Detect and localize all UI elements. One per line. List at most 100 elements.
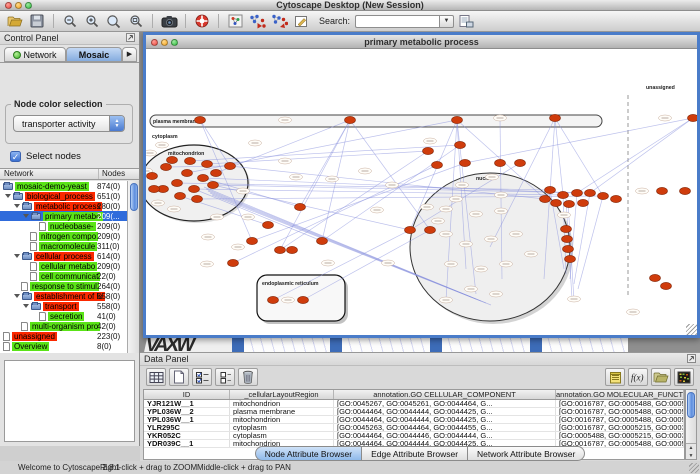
network-node-selected[interactable] <box>287 246 298 253</box>
network-node-selected[interactable] <box>147 172 158 179</box>
network-node-selected[interactable] <box>423 147 434 154</box>
unselect-attributes-button[interactable] <box>215 368 235 386</box>
create-network-view-button[interactable] <box>225 12 245 30</box>
float-panel-icon[interactable] <box>687 354 696 365</box>
tabs-overflow-button[interactable]: ▶ <box>122 47 137 62</box>
help-button[interactable] <box>192 12 212 30</box>
network-node-selected[interactable] <box>550 114 561 121</box>
table-row[interactable]: YPL036W__2plasma membrane[GO:0044464, GO… <box>144 408 684 416</box>
network-node-selected[interactable] <box>345 116 356 123</box>
tree-row-biological-process[interactable]: biological_process651(0) <box>0 191 127 201</box>
network-node-selected[interactable] <box>680 187 691 194</box>
tree-row-cellular-process[interactable]: cellular process614(0) <box>0 251 127 261</box>
network-node-selected[interactable] <box>317 237 328 244</box>
table-row[interactable]: YKR052Ccytoplasm[GO:0044464, GO:0044446,… <box>144 432 684 440</box>
tree-header-nodes[interactable]: Nodes <box>99 169 139 179</box>
network-node-selected[interactable] <box>225 162 236 169</box>
table-row[interactable]: YPL036W__1mitochondrion[GO:0044464, GO:0… <box>144 416 684 424</box>
table-row[interactable]: YLR295Ccytoplasm[GO:0045263, GO:0044464,… <box>144 424 684 432</box>
column-header[interactable]: annotation.GO MOLECULAR_FUNCTION <box>556 390 684 399</box>
network-node-selected[interactable] <box>182 169 193 176</box>
app-resize-grip[interactable] <box>689 463 699 473</box>
network-node-selected[interactable] <box>425 226 436 233</box>
network-node-selected[interactable] <box>657 187 668 194</box>
tree-row-nitrogen-compo[interactable]: nitrogen compo209(0) <box>0 231 127 241</box>
network-node-selected[interactable] <box>688 114 698 121</box>
node-color-dropdown[interactable]: transporter activity ▲▼ <box>13 115 125 132</box>
minimize-view-button[interactable] <box>161 39 168 46</box>
apply-layout-a-button[interactable] <box>247 12 267 30</box>
import-attributes-button[interactable] <box>456 12 476 30</box>
network-node-selected[interactable] <box>175 192 186 199</box>
search-input[interactable] <box>355 15 439 28</box>
network-node-selected[interactable] <box>208 181 219 188</box>
network-edge[interactable] <box>207 151 428 164</box>
network-edge[interactable] <box>578 196 603 289</box>
tree-row-nucleobase-[interactable]: nucleobase-209(0) <box>0 221 127 231</box>
network-node-selected[interactable] <box>195 116 206 123</box>
new-attribute-button[interactable] <box>169 368 189 386</box>
view-resize-grip[interactable] <box>686 324 697 335</box>
network-node-selected[interactable] <box>650 274 661 281</box>
network-node-selected[interactable] <box>540 195 551 202</box>
network-node-selected[interactable] <box>558 191 569 198</box>
network-node-selected[interactable] <box>562 235 573 242</box>
delete-attribute-button[interactable] <box>238 368 258 386</box>
network-node-selected[interactable] <box>460 159 471 166</box>
network-node-selected[interactable] <box>198 174 209 181</box>
network-view-window[interactable]: primary metabolic process plasma membran… <box>143 32 700 338</box>
network-node-selected[interactable] <box>295 203 306 210</box>
network-node-selected[interactable] <box>192 195 203 202</box>
network-node-selected[interactable] <box>432 161 443 168</box>
birds-eye-view[interactable] <box>4 360 135 442</box>
tree-row-multi-organism-pro[interactable]: multi-organism pro42(0) <box>0 321 127 331</box>
network-view-titlebar[interactable]: primary metabolic process <box>146 35 697 49</box>
network-node-selected[interactable] <box>563 245 574 252</box>
column-header[interactable]: _cellularLayoutRegion <box>230 390 334 399</box>
network-edge[interactable] <box>280 151 428 250</box>
float-panel-icon[interactable] <box>126 33 135 44</box>
zoom-window-button[interactable] <box>25 2 32 9</box>
save-session-button[interactable] <box>27 12 47 30</box>
tree-scrollbar-thumb[interactable] <box>130 183 138 211</box>
tree-row-establishment-of-lo[interactable]: establishment of lo558(0) <box>0 291 127 301</box>
plasma-membrane-compartment[interactable] <box>150 115 602 127</box>
network-node-selected[interactable] <box>263 221 274 228</box>
column-header[interactable]: ID <box>144 390 230 399</box>
zoom-in-button[interactable] <box>82 12 102 30</box>
tab-mosaic[interactable]: Mosaic <box>66 47 122 62</box>
minimize-window-button[interactable] <box>15 2 22 9</box>
tree-row-macromolecule[interactable]: macromolecule311(0) <box>0 241 127 251</box>
zoom-fit-button[interactable] <box>104 12 124 30</box>
network-edge[interactable] <box>190 145 460 161</box>
expand-triangle-icon[interactable] <box>23 304 29 308</box>
network-node-selected[interactable] <box>572 189 583 196</box>
tree-row-response-to-stimul[interactable]: response to stimul264(0) <box>0 281 127 291</box>
expand-triangle-icon[interactable] <box>23 214 29 218</box>
network-node-selected[interactable] <box>598 192 609 199</box>
network-node-selected[interactable] <box>172 179 183 186</box>
tree-row-overview[interactable]: Overview8(0) <box>0 341 127 351</box>
network-node-selected[interactable] <box>661 282 672 289</box>
network-canvas[interactable]: plasma membranecytoplasmmitochondrionnuc… <box>146 49 697 335</box>
network-node-selected[interactable] <box>275 246 286 253</box>
expand-triangle-icon[interactable] <box>14 254 20 258</box>
tree-scrollbar[interactable] <box>127 181 139 353</box>
tree-row-metabolic-process[interactable]: metabolic process280(0) <box>0 201 127 211</box>
tab-network[interactable]: Network <box>4 47 66 62</box>
zoom-view-button[interactable] <box>171 39 178 46</box>
attribute-table-button[interactable] <box>146 368 166 386</box>
network-node-selected[interactable] <box>565 255 576 262</box>
tab-node-attribute-browser[interactable]: Node Attribute Browser <box>255 446 362 461</box>
apply-layout-b-button[interactable] <box>269 12 289 30</box>
zoom-out-button[interactable] <box>60 12 80 30</box>
function-builder-button[interactable]: f(x) <box>628 368 648 386</box>
network-node-selected[interactable] <box>189 185 200 192</box>
network-node-selected[interactable] <box>611 195 622 202</box>
network-node-selected[interactable] <box>202 160 213 167</box>
network-node-selected[interactable] <box>228 259 239 266</box>
tree-row-primary-metabo[interactable]: primary metabo209(... <box>0 211 127 221</box>
network-edge[interactable] <box>300 120 350 207</box>
table-scrollbar-thumb[interactable] <box>687 392 695 418</box>
network-node-selected[interactable] <box>405 226 416 233</box>
